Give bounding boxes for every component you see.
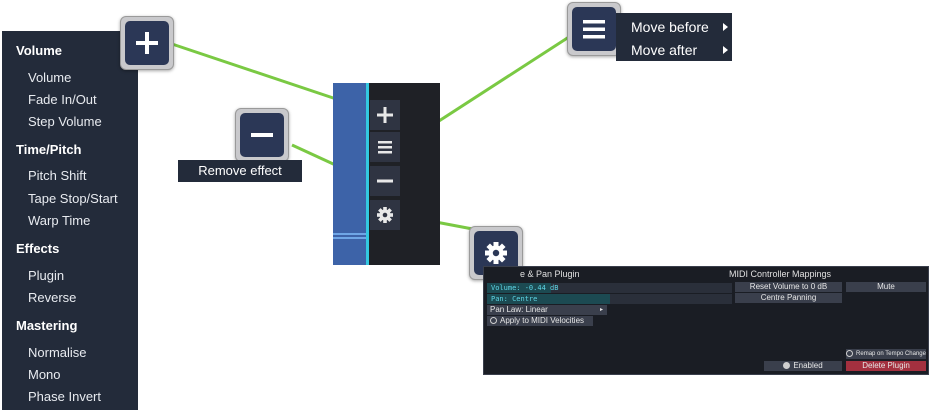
minus-icon xyxy=(251,133,273,137)
menu-item-phase-invert[interactable]: Phase Invert xyxy=(28,389,101,404)
volume-value: Volume: -0.44 dB xyxy=(491,284,559,292)
remap-tempo-toggle[interactable]: Remap on Tempo Change xyxy=(846,349,926,359)
list-icon xyxy=(583,20,605,39)
delete-plugin-button[interactable]: Delete Plugin xyxy=(846,361,926,371)
mute-button[interactable]: Mute xyxy=(846,282,926,292)
track-marker xyxy=(366,83,369,265)
category-volume: Volume xyxy=(16,43,62,58)
clip-line xyxy=(333,237,366,239)
menu-item-normalise[interactable]: Normalise xyxy=(28,345,87,360)
menu-item-plugin[interactable]: Plugin xyxy=(28,268,64,283)
effects-menu: Volume Volume Fade In/Out Step Volume Ti… xyxy=(2,31,138,410)
menu-item-move-before[interactable]: Move before xyxy=(631,19,709,35)
gear-icon xyxy=(377,207,393,223)
remove-effect-button[interactable] xyxy=(370,166,400,196)
remove-effect-tooltip: Remove effect xyxy=(178,160,302,182)
minus-callout xyxy=(235,108,289,162)
effect-menu-button[interactable] xyxy=(370,132,400,162)
move-context-menu: Move before Move after xyxy=(616,13,732,61)
menu-item-reverse[interactable]: Reverse xyxy=(28,290,76,305)
menu-item-pitch-shift[interactable]: Pitch Shift xyxy=(28,168,87,183)
remap-label: Remap on Tempo Change xyxy=(856,351,926,357)
category-effects: Effects xyxy=(16,241,60,256)
list-icon xyxy=(378,141,392,154)
plugin-panel: e & Pan Plugin MIDI Controller Mappings … xyxy=(483,266,929,375)
apply-midi-velocities-toggle[interactable]: Apply to MIDI Velocities xyxy=(487,316,593,326)
pan-law-value: Pan Law: Linear xyxy=(490,305,548,314)
list-callout xyxy=(567,2,621,56)
enabled-toggle[interactable]: Enabled xyxy=(764,361,842,371)
radio-icon xyxy=(490,317,497,325)
plugin-title: e & Pan Plugin xyxy=(520,269,580,279)
volume-slider[interactable]: Volume: -0.44 dB xyxy=(487,283,732,293)
clip-line xyxy=(333,233,366,235)
menu-item-mono[interactable]: Mono xyxy=(28,367,61,382)
radio-icon xyxy=(846,349,854,357)
category-time-pitch: Time/Pitch xyxy=(16,142,82,157)
pan-value: Pan: Centre xyxy=(491,295,538,303)
menu-item-volume[interactable]: Volume xyxy=(28,70,71,85)
submenu-arrow-icon xyxy=(723,46,728,54)
midi-mappings-header: MIDI Controller Mappings xyxy=(729,269,832,279)
submenu-arrow-icon xyxy=(723,23,728,31)
dropdown-arrow-icon: ▸ xyxy=(599,307,603,313)
enabled-label: Enabled xyxy=(793,361,823,370)
apply-midi-label: Apply to MIDI Velocities xyxy=(500,316,585,325)
plus-icon xyxy=(136,32,158,54)
pan-law-dropdown[interactable]: Pan Law: Linear ▸ xyxy=(487,305,607,315)
plus-icon xyxy=(377,107,393,123)
reset-volume-button[interactable]: Reset Volume to 0 dB xyxy=(735,282,842,292)
minus-icon xyxy=(377,179,393,183)
menu-item-fade[interactable]: Fade In/Out xyxy=(28,92,97,107)
radio-icon xyxy=(783,362,791,370)
menu-item-move-after[interactable]: Move after xyxy=(631,42,697,58)
menu-item-step-volume[interactable]: Step Volume xyxy=(28,114,102,129)
pan-slider[interactable]: Pan: Centre xyxy=(487,294,732,304)
centre-panning-button[interactable]: Centre Panning xyxy=(735,293,842,303)
category-mastering: Mastering xyxy=(16,318,78,333)
add-effect-button[interactable] xyxy=(370,100,400,130)
menu-item-warp-time[interactable]: Warp Time xyxy=(28,213,90,228)
track-strip xyxy=(333,83,440,265)
menu-item-tape-stop[interactable]: Tape Stop/Start xyxy=(28,191,118,206)
plus-callout xyxy=(120,16,174,70)
effect-settings-button[interactable] xyxy=(370,200,400,230)
